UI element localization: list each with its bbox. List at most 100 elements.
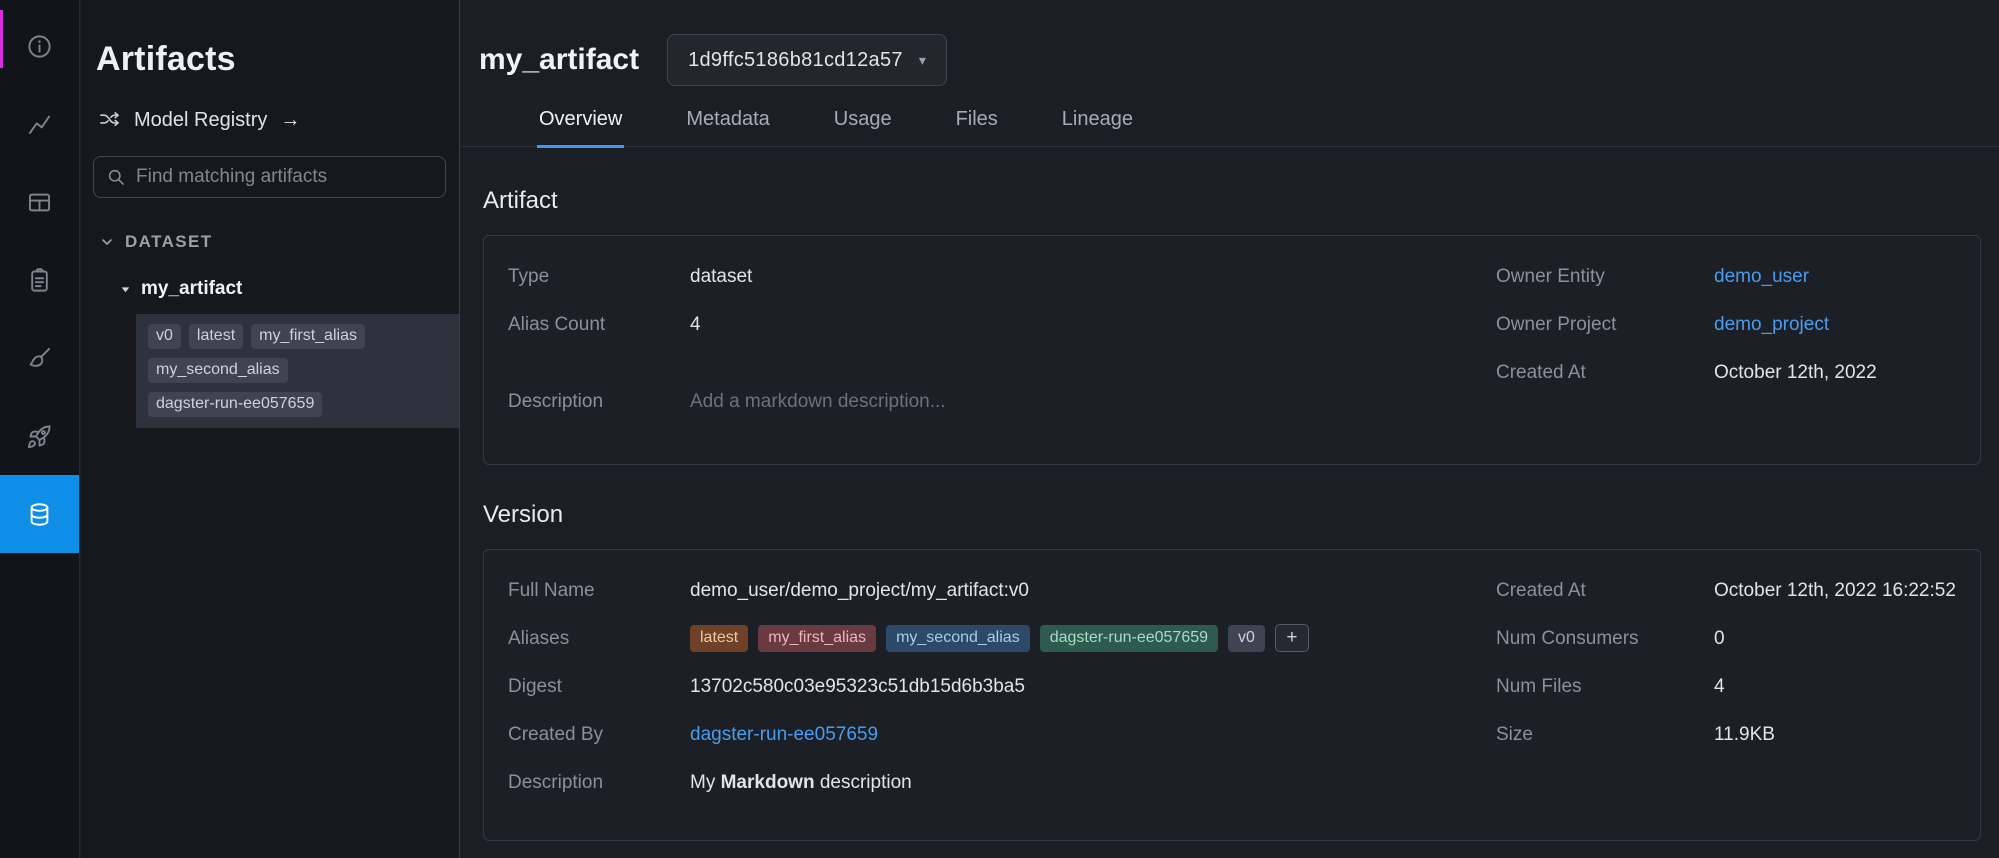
field-value: 0 [1714, 624, 1725, 653]
rail-item-sweeps[interactable] [0, 319, 79, 397]
version-tag-latest: latest [189, 324, 243, 349]
field-label: Owner Entity [1496, 262, 1714, 291]
chevron-down-icon: ▾ [919, 52, 926, 69]
artifacts-sidebar: Artifacts Model Registry → [81, 0, 460, 858]
version-tag-my-second-alias: my_second_alias [148, 358, 288, 383]
version-tag-my-first-alias: my_first_alias [251, 324, 365, 349]
tab-usage[interactable]: Usage [832, 108, 894, 148]
field-label: Description [508, 768, 690, 797]
add-alias-button[interactable]: + [1275, 624, 1309, 652]
sweep-broom-icon [26, 345, 53, 372]
version-panel-right: Created At October 12th, 2022 16:22:52 N… [1496, 576, 1956, 749]
field-value: dataset [690, 262, 752, 291]
field-description: Description Add a markdown description..… [508, 387, 1956, 416]
rocket-icon [26, 423, 53, 450]
rail-item-reports[interactable] [0, 241, 79, 319]
field-version-description: Description My Markdown description [508, 768, 1956, 797]
rail-item-artifacts[interactable] [0, 475, 79, 553]
alias-tag-dagster-run[interactable]: dagster-run-ee057659 [1040, 625, 1218, 652]
tree-section-label: DATASET [125, 232, 213, 252]
field-label: Created By [508, 720, 690, 749]
artifact-header: my_artifact 1d9ffc5186b81cd12a57 ▾ [461, 0, 1999, 90]
owner-project-link[interactable]: demo_project [1714, 310, 1829, 339]
artifact-main: my_artifact 1d9ffc5186b81cd12a57 ▾ Overv… [461, 0, 1999, 858]
field-value: demo_user/demo_project/my_artifact:v0 [690, 576, 1029, 605]
version-description: My Markdown description [690, 768, 912, 797]
alias-tag-my-first-alias[interactable]: my_first_alias [758, 625, 876, 652]
alias-tag-my-second-alias[interactable]: my_second_alias [886, 625, 1030, 652]
line-chart-icon [26, 111, 53, 138]
page-title: my_artifact [479, 43, 639, 77]
description-placeholder[interactable]: Add a markdown description... [690, 387, 946, 416]
tree-section-dataset[interactable]: DATASET [81, 232, 459, 252]
version-panel: Full Name demo_user/demo_project/my_arti… [483, 549, 1981, 841]
rail-item-tables[interactable] [0, 163, 79, 241]
artifact-search [93, 156, 446, 198]
tree-artifact-label: my_artifact [141, 278, 242, 300]
model-registry-icon [98, 109, 121, 132]
tag-row: my_second_alias [148, 358, 447, 383]
artifact-panel: Type dataset Alias Count 4 Description A… [483, 235, 1981, 465]
field-created-at: Created At October 12th, 2022 [1496, 358, 1956, 387]
model-registry-link[interactable]: Model Registry → [98, 109, 459, 132]
rail-item-info[interactable] [0, 7, 79, 85]
table-icon [26, 189, 53, 216]
window-accent-stripe [0, 10, 3, 68]
field-value: 4 [1714, 672, 1725, 701]
search-input[interactable] [136, 166, 433, 188]
tag-row: v0 latest my_first_alias [148, 324, 447, 349]
field-value: 11.9KB [1714, 720, 1775, 749]
artifact-tabs: Overview Metadata Usage Files Lineage [461, 108, 1999, 147]
version-tag-dagster-run: dagster-run-ee057659 [148, 392, 322, 417]
field-label: Num Files [1496, 672, 1714, 701]
tree-selected-version[interactable]: v0 latest my_first_alias my_second_alias… [136, 314, 459, 428]
field-label: Num Consumers [1496, 624, 1714, 653]
rail-item-launch[interactable] [0, 397, 79, 475]
version-section-heading: Version [483, 501, 1981, 529]
field-owner-project: Owner Project demo_project [1496, 310, 1956, 339]
field-version-created-at: Created At October 12th, 2022 16:22:52 [1496, 576, 1956, 605]
chevron-down-icon [99, 234, 115, 250]
tree-item-my-artifact[interactable]: my_artifact [119, 278, 459, 300]
field-value: October 12th, 2022 [1714, 358, 1877, 387]
tab-overview[interactable]: Overview [537, 108, 624, 148]
description-text: description [815, 772, 912, 793]
info-icon [26, 33, 53, 60]
tag-row: dagster-run-ee057659 [148, 392, 447, 417]
version-id: 1d9ffc5186b81cd12a57 [688, 49, 903, 72]
field-label: Alias Count [508, 310, 690, 339]
field-label: Created At [1496, 358, 1714, 387]
tab-files[interactable]: Files [954, 108, 1000, 148]
tab-metadata[interactable]: Metadata [684, 108, 771, 148]
icon-rail [0, 0, 80, 858]
field-label: Aliases [508, 624, 690, 653]
version-select-dropdown[interactable]: 1d9ffc5186b81cd12a57 ▾ [667, 34, 947, 86]
alias-tag-list: latest my_first_alias my_second_alias da… [690, 624, 1309, 652]
database-icon [26, 501, 53, 528]
alias-tag-v0[interactable]: v0 [1228, 625, 1265, 652]
report-icon [26, 267, 53, 294]
field-value: 4 [690, 310, 701, 339]
field-num-consumers: Num Consumers 0 [1496, 624, 1956, 653]
arrow-right-icon: → [280, 109, 300, 132]
field-label: Size [1496, 720, 1714, 749]
field-label: Digest [508, 672, 690, 701]
field-label: Created At [1496, 576, 1714, 605]
field-size: Size 11.9KB [1496, 720, 1956, 749]
field-value: October 12th, 2022 16:22:52 [1714, 576, 1956, 605]
tab-lineage[interactable]: Lineage [1060, 108, 1135, 148]
field-label: Type [508, 262, 690, 291]
search-icon [106, 167, 126, 187]
owner-entity-link[interactable]: demo_user [1714, 262, 1809, 291]
artifact-section-heading: Artifact [483, 187, 1981, 215]
field-owner-entity: Owner Entity demo_user [1496, 262, 1956, 291]
digest-value: 13702c580c03e95323c51db15d6b3ba5 [690, 672, 1025, 701]
rail-item-workspace[interactable] [0, 85, 79, 163]
created-by-run-link[interactable]: dagster-run-ee057659 [690, 720, 878, 749]
field-label: Full Name [508, 576, 690, 605]
field-label: Description [508, 387, 690, 416]
version-tag-v0: v0 [148, 324, 181, 349]
alias-tag-latest[interactable]: latest [690, 625, 748, 652]
field-label: Owner Project [1496, 310, 1714, 339]
overview-content: Artifact Type dataset Alias Count 4 Desc… [461, 187, 1999, 841]
